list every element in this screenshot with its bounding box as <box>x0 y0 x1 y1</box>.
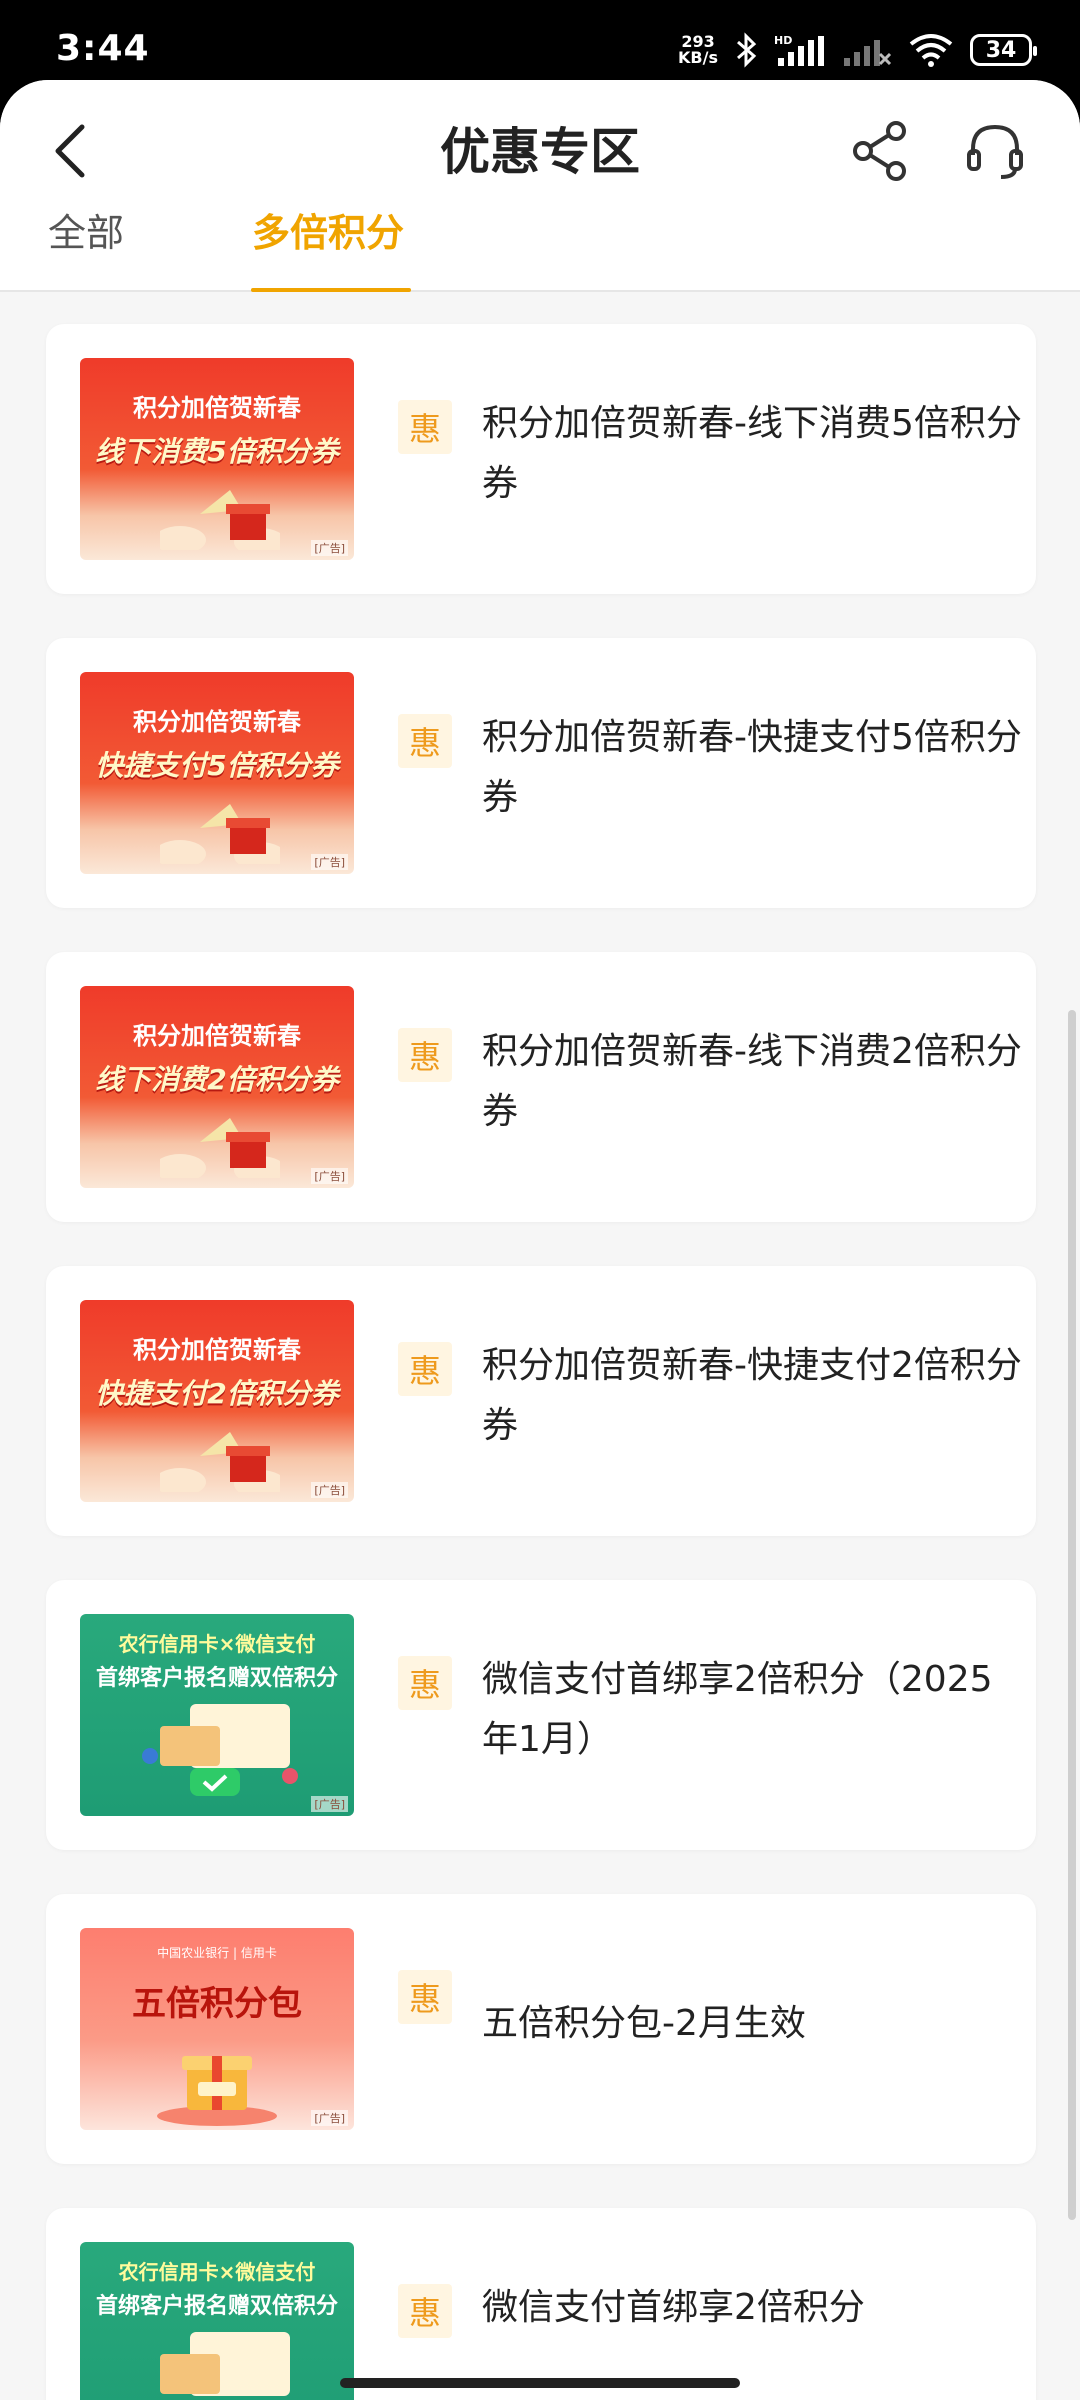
status-icons: 293 KB/s HD 34 <box>678 28 1037 72</box>
promo-banner: 积分加倍贺新春 线下消费5倍积分券 [广告] <box>80 358 354 560</box>
banner-line1: 中国农业银行 | 信用卡 <box>157 1946 277 1960</box>
active-tab-indicator <box>251 288 411 292</box>
customer-service-button[interactable] <box>960 110 1030 192</box>
banner-line1: 积分加倍贺新春 <box>133 1022 301 1050</box>
discount-badge: 惠 <box>398 1656 452 1710</box>
promo-title: 微信支付首绑享2倍积分（2025年1月） <box>482 1659 993 1760</box>
banner-line1: 积分加倍贺新春 <box>133 394 301 422</box>
promo-card[interactable]: 农行信用卡×微信支付 首绑客户报名赠双倍积分 惠 微信支付首绑享2倍积分 <box>46 2208 1036 2400</box>
promo-banner: 积分加倍贺新春 线下消费2倍积分券 [广告] <box>80 986 354 1188</box>
headset-icon <box>967 124 1023 179</box>
discount-badge: 惠 <box>398 1970 452 2024</box>
ad-tag: [广告] <box>311 1168 348 1184</box>
promo-banner: 积分加倍贺新春 快捷支付5倍积分券 [广告] <box>80 672 354 874</box>
gift-box-icon <box>160 490 280 550</box>
ad-tag: [广告] <box>311 1482 348 1498</box>
discount-badge: 惠 <box>398 1028 452 1082</box>
gift-box-icon <box>160 1432 280 1492</box>
gift-box-icon <box>160 1118 280 1178</box>
ad-tag: [广告] <box>311 854 348 870</box>
discount-badge: 惠 <box>398 1342 452 1396</box>
net-speed-unit: KB/s <box>678 48 718 67</box>
credit-card-icon <box>142 1704 298 1796</box>
banner-line2: 线下消费5倍积分券 <box>95 435 339 468</box>
ad-tag: [广告] <box>311 2110 348 2126</box>
share-icon <box>853 121 906 181</box>
banner-line1: 积分加倍贺新春 <box>133 1336 301 1364</box>
promo-card[interactable]: 农行信用卡×微信支付 首绑客户报名赠双倍积分 [广告] 惠 微信支付首绑享2倍积… <box>46 1580 1036 1850</box>
gift-box-icon <box>157 2056 277 2126</box>
banner-line1: 农行信用卡×微信支付 <box>118 1632 316 1656</box>
promo-title: 五倍积分包-2月生效 <box>482 2003 806 2044</box>
promo-title: 微信支付首绑享2倍积分 <box>482 2287 865 2328</box>
promo-card[interactable]: 中国农业银行 | 信用卡 五倍积分包 [广告] 惠 五倍积分包-2月生效 <box>46 1894 1036 2164</box>
discount-badge: 惠 <box>398 400 452 454</box>
promo-card[interactable]: 积分加倍贺新春 快捷支付5倍积分券 [广告] 惠 积分加倍贺新春-快捷支付5倍积… <box>46 638 1036 908</box>
banner-line1: 积分加倍贺新春 <box>133 708 301 736</box>
gift-box-icon <box>160 804 280 864</box>
banner-line1: 农行信用卡×微信支付 <box>118 2260 316 2284</box>
promo-banner: 积分加倍贺新春 快捷支付2倍积分券 [广告] <box>80 1300 354 1502</box>
battery-indicator: 34 <box>970 34 1037 66</box>
status-time: 3:44 <box>56 28 150 69</box>
ad-tag: [广告] <box>311 1796 348 1812</box>
signal-no-service-icon <box>844 40 892 66</box>
banner-line2: 快捷支付5倍积分券 <box>95 749 339 782</box>
ad-tag: [广告] <box>311 540 348 556</box>
status-bar: 3:44 293 KB/s HD 34 <box>0 0 1080 80</box>
tab-all[interactable]: 全部 <box>48 202 124 257</box>
credit-card-icon <box>160 2332 290 2396</box>
home-indicator[interactable] <box>340 2378 740 2388</box>
promo-banner: 农行信用卡×微信支付 首绑客户报名赠双倍积分 <box>80 2242 354 2400</box>
header: 优惠专区 全部 多倍积分 <box>0 80 1080 292</box>
share-button[interactable] <box>848 110 912 192</box>
promo-banner: 农行信用卡×微信支付 首绑客户报名赠双倍积分 [广告] <box>80 1614 354 1816</box>
signal-hd-icon: HD <box>774 34 824 66</box>
promo-title: 积分加倍贺新春-快捷支付5倍积分券 <box>482 717 1022 818</box>
scrollbar[interactable] <box>1068 1010 1076 2220</box>
bluetooth-icon <box>737 32 757 68</box>
discount-badge: 惠 <box>398 714 452 768</box>
banner-line2: 首绑客户报名赠双倍积分 <box>95 2294 338 2319</box>
page-title: 优惠专区 <box>440 123 640 181</box>
promo-card[interactable]: 积分加倍贺新春 线下消费5倍积分券 [广告] 惠 积分加倍贺新春-线下消费5倍积… <box>46 324 1036 594</box>
net-speed: 293 KB/s <box>678 34 718 66</box>
banner-line2: 线下消费2倍积分券 <box>95 1063 339 1096</box>
promo-title: 积分加倍贺新春-线下消费5倍积分券 <box>482 403 1022 504</box>
banner-line2: 快捷支付2倍积分券 <box>95 1377 339 1410</box>
app-sheet: 优惠专区 全部 多倍积分 积分加倍贺新春 线下消费5倍积分券 [广告] 惠 积分… <box>0 80 1080 2400</box>
tab-multi-points[interactable]: 多倍积分 <box>252 202 404 257</box>
promo-title: 积分加倍贺新春-线下消费2倍积分券 <box>482 1031 1022 1132</box>
svg-text:HD: HD <box>774 34 792 47</box>
promo-title: 积分加倍贺新春-快捷支付2倍积分券 <box>482 1345 1022 1446</box>
banner-line2: 首绑客户报名赠双倍积分 <box>95 1666 338 1691</box>
promo-banner: 中国农业银行 | 信用卡 五倍积分包 [广告] <box>80 1928 354 2130</box>
discount-badge: 惠 <box>398 2284 452 2338</box>
promo-card[interactable]: 积分加倍贺新春 线下消费2倍积分券 [广告] 惠 积分加倍贺新春-线下消费2倍积… <box>46 952 1036 1222</box>
wifi-icon <box>909 34 953 67</box>
banner-line2: 五倍积分包 <box>132 1984 302 2024</box>
promo-card[interactable]: 积分加倍贺新春 快捷支付2倍积分券 [广告] 惠 积分加倍贺新春-快捷支付2倍积… <box>46 1266 1036 1536</box>
